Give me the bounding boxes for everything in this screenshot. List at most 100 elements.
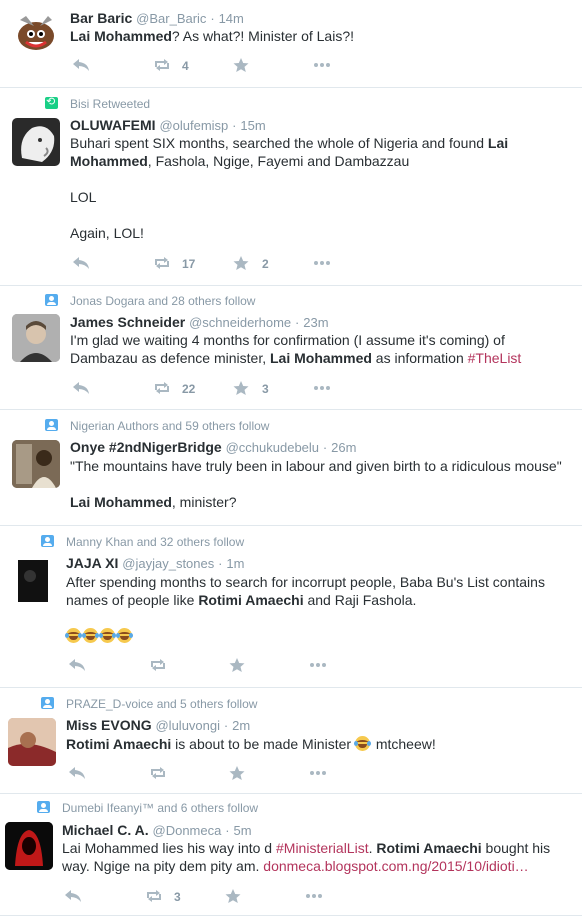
follow-context[interactable]: Jonas Dogara and 28 others follow [45,294,255,308]
avatar[interactable] [12,556,60,604]
retweet-button[interactable]: 17 [152,255,212,271]
retweet-count: 4 [182,59,189,73]
like-button[interactable] [224,888,284,904]
reply-button[interactable] [72,380,132,396]
timestamp[interactable]: 23m [303,315,328,330]
retweet-icon [151,767,165,779]
timestamp[interactable]: 14m [219,11,244,26]
handle[interactable]: @luluvongi [155,718,220,733]
separator-dot: · [223,718,229,733]
tweet[interactable]: Dumebi Ifeanyi™ and 6 others follow Mich… [0,794,582,916]
display-name[interactable]: Michael C. A. [62,822,149,838]
tweet[interactable]: Bisi Retweeted OLUWAFEMI @olufemisp · 15… [0,88,582,286]
tweet-actions: 17 2 [72,255,392,271]
highlighted-term: Rotimi Amaechi [376,840,482,856]
display-name[interactable]: Onye #2ndNigerBridge [70,439,222,455]
separator-dot: · [232,118,237,133]
reply-button[interactable] [72,57,132,73]
handle[interactable]: @Bar_Baric [136,11,206,26]
display-name[interactable]: Miss EVONG [66,717,152,733]
more-options-icon [314,386,330,390]
reply-button[interactable] [68,765,128,781]
retweet-icon [155,59,169,71]
hashtag-link[interactable]: #MinisterialList [276,840,369,856]
follow-context[interactable]: Dumebi Ifeanyi™ and 6 others follow [37,801,259,815]
like-count: 3 [262,382,269,396]
like-star-icon [229,658,245,672]
like-button[interactable] [232,57,292,73]
tweet[interactable]: Manny Khan and 32 others follow JAJA XI … [0,526,582,688]
text-segment: Lai Mohammed lies his way into d [62,840,276,856]
tweet[interactable]: PRAZE_D-voice and 5 others follow Miss E… [0,688,582,794]
url-link[interactable]: donmeca.blogspot.com.ng/2015/10/idioti… [263,858,528,874]
tweet-text: Buhari spent SIX months, searched the wh… [70,134,570,242]
tweet-text: Rotimi Amaechi is about to be made Minis… [66,735,566,753]
handle[interactable]: @cchukudebelu [226,440,319,455]
more-button[interactable] [312,57,372,73]
retweet-button[interactable]: 22 [152,380,212,396]
follow-context[interactable]: Manny Khan and 32 others follow [41,535,244,549]
avatar[interactable] [12,440,60,488]
handle[interactable]: @olufemisp [159,118,228,133]
more-options-icon [314,261,330,265]
reply-button[interactable] [72,255,132,271]
tweet[interactable]: Jonas Dogara and 28 others follow James … [0,286,582,410]
timeline: Bar Baric @Bar_Baric · 14m Lai Mohammed?… [0,0,582,922]
follow-context-icon [37,801,50,813]
display-name[interactable]: JAJA XI [66,555,118,571]
display-name[interactable]: James Schneider [70,314,185,330]
more-button[interactable] [304,888,364,904]
avatar[interactable] [8,718,56,766]
tweet[interactable]: Bar Baric @Bar_Baric · 14m Lai Mohammed?… [0,0,582,88]
retweet-button[interactable]: 4 [152,57,212,73]
context-label: Dumebi Ifeanyi™ and 6 others follow [62,801,259,815]
follow-context[interactable]: Nigerian Authors and 59 others follow [45,419,269,433]
like-button[interactable] [228,657,288,673]
more-button[interactable] [312,380,372,396]
highlighted-term: Lai Mohammed [270,350,372,366]
avatar[interactable] [12,10,60,58]
reply-icon [73,257,89,269]
avatar[interactable] [12,314,60,362]
more-button[interactable] [308,765,368,781]
timestamp[interactable]: 26m [331,440,356,455]
follow-context-icon [41,535,54,547]
timestamp[interactable]: 2m [232,718,250,733]
follow-context-icon [41,697,54,709]
like-star-icon [233,58,249,72]
retweet-button[interactable] [148,657,208,673]
reply-icon [69,767,85,779]
follow-context[interactable]: PRAZE_D-voice and 5 others follow [41,697,257,711]
timestamp[interactable]: 5m [233,823,251,838]
more-button[interactable] [308,657,368,673]
text-segment: ? As what?! Minister of Lais?! [171,28,354,44]
tweet[interactable]: Nigerian Authors and 59 others follow On… [0,410,582,526]
display-name[interactable]: OLUWAFEMI [70,117,156,133]
handle[interactable]: @jayjay_stones [122,556,214,571]
text-segment: , minister? [171,494,237,510]
display-name[interactable]: Bar Baric [70,10,132,26]
like-button[interactable]: 3 [232,380,292,396]
like-star-icon [233,256,249,270]
handle[interactable]: @Donmeca [153,823,222,838]
text-segment: as information [371,350,468,366]
reply-button[interactable] [68,657,128,673]
avatar[interactable] [5,822,53,870]
reply-icon [65,890,81,902]
like-star-icon [229,766,245,780]
reply-button[interactable] [64,888,124,904]
retweet-icon [155,257,169,269]
like-button[interactable]: 2 [232,255,292,271]
text-segment: is about to be made Minister [171,736,355,752]
retweet-button[interactable]: 3 [144,888,204,904]
retweet-button[interactable] [148,765,208,781]
avatar[interactable] [12,118,60,166]
more-button[interactable] [312,255,372,271]
like-button[interactable] [228,765,288,781]
retweet-context[interactable]: Bisi Retweeted [45,95,150,111]
retweet-count: 3 [174,890,181,904]
timestamp[interactable]: 15m [240,118,265,133]
hashtag-link[interactable]: #TheList [468,350,522,366]
timestamp[interactable]: 1m [226,556,244,571]
handle[interactable]: @schneiderhome [189,315,291,330]
